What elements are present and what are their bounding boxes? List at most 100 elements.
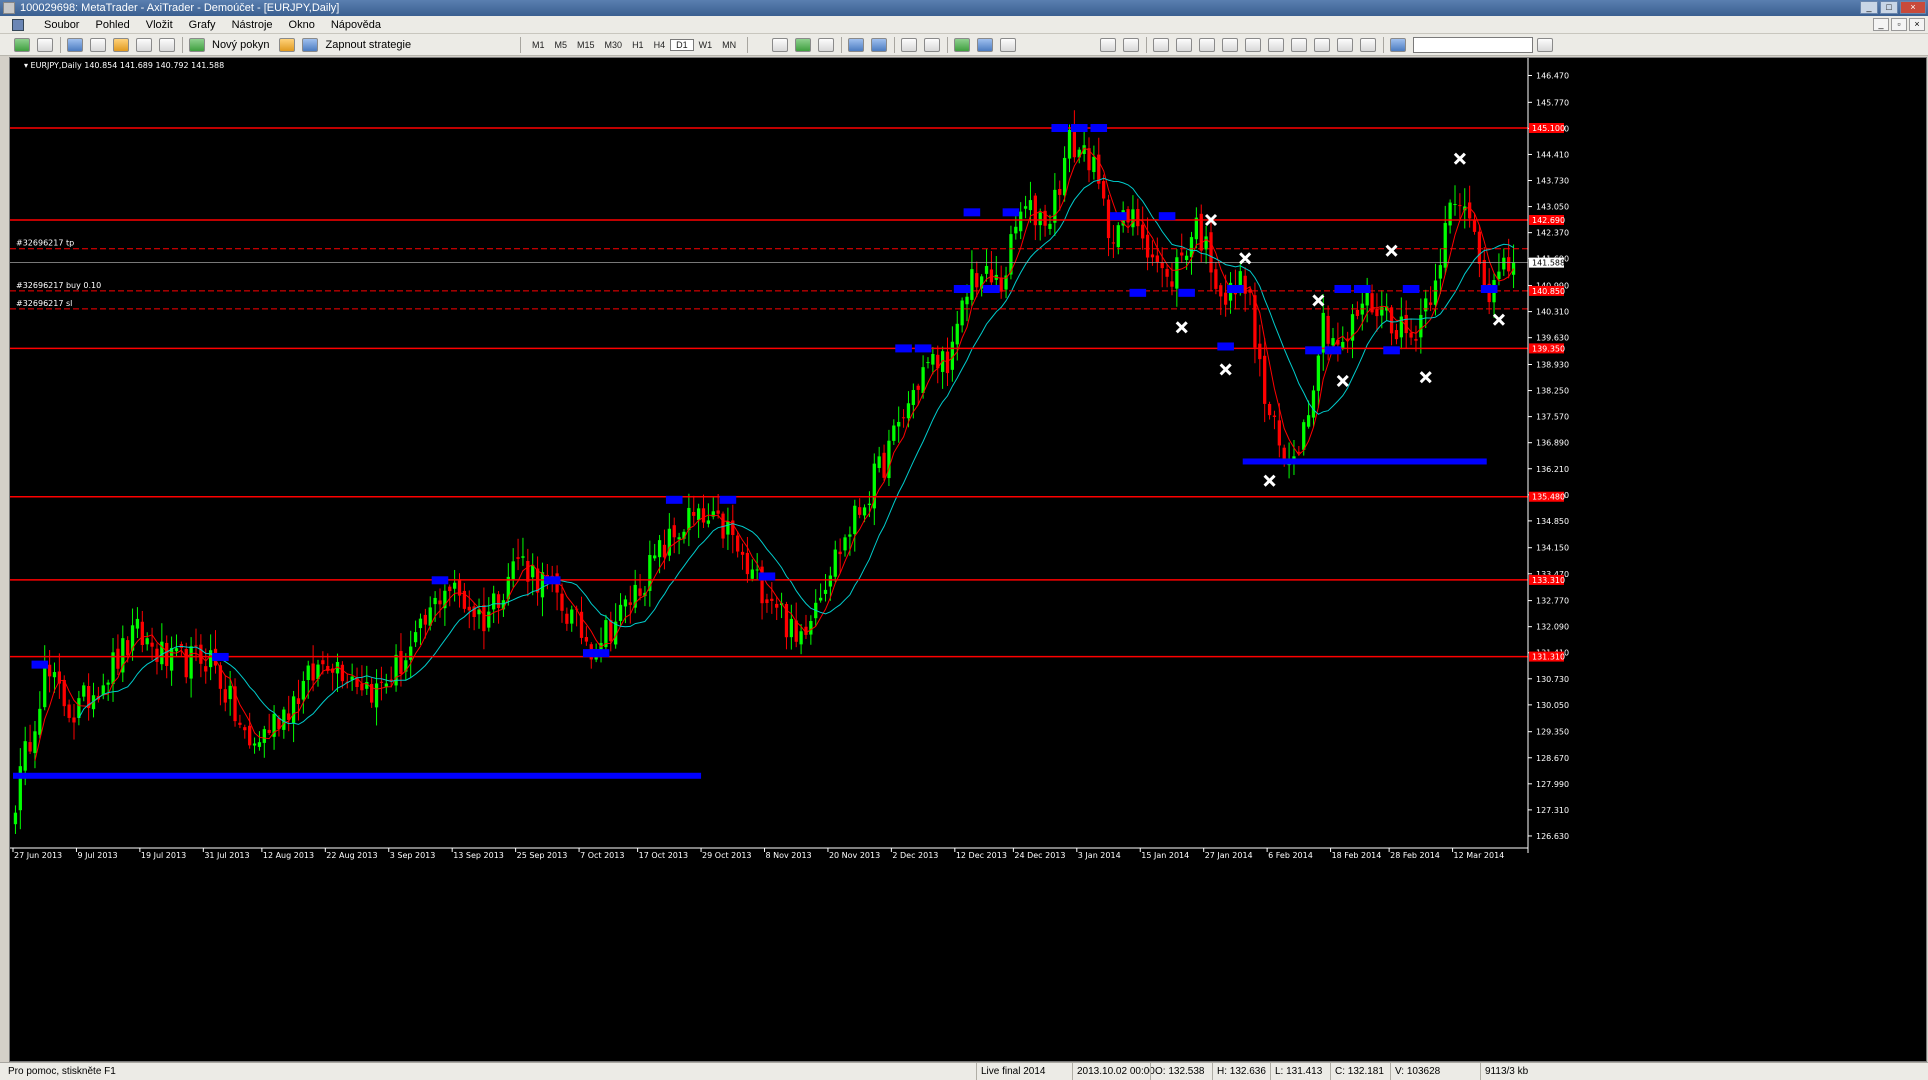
swing-cross-mark [1385, 244, 1398, 257]
chart-window-icon[interactable] [12, 19, 24, 31]
tf-w1-button[interactable]: W1 [694, 40, 718, 50]
zone-marker [1109, 212, 1127, 221]
text-icon[interactable] [1268, 38, 1284, 52]
arrows-icon[interactable] [1360, 38, 1376, 52]
candle-body [340, 664, 345, 682]
zoom-out-icon[interactable] [871, 38, 887, 52]
chart-shift-icon[interactable] [924, 38, 940, 52]
horizontal-line-icon[interactable] [1176, 38, 1192, 52]
fibonacci-icon[interactable] [1245, 38, 1261, 52]
data-window-icon[interactable] [90, 38, 106, 52]
trendline-icon[interactable] [1199, 38, 1215, 52]
minimize-button[interactable]: _ [1860, 1, 1878, 14]
cursor-icon[interactable] [1100, 38, 1116, 52]
text-label-icon[interactable] [1291, 38, 1307, 52]
strategy-button[interactable]: Zapnout strategie [325, 39, 411, 51]
candle-body [1448, 202, 1452, 226]
equidistant-channel-icon[interactable] [1222, 38, 1238, 52]
candle-body [1204, 236, 1208, 250]
level-price-label: 135.480 [1532, 493, 1565, 502]
tf-m30-button[interactable]: M30 [600, 40, 628, 50]
crosshair-icon[interactable] [1123, 38, 1139, 52]
support-zone-bar [1242, 458, 1487, 465]
candle-body [1141, 224, 1145, 239]
candle-body [243, 727, 247, 731]
menu-window[interactable]: Okno [281, 16, 323, 34]
search-input[interactable] [1413, 37, 1533, 53]
price-chart[interactable]: #32696217 tp #32696217 buy 0.10 #32696217 … [10, 58, 1928, 1063]
price-tick-label: 143.050 [1536, 203, 1569, 212]
candle-body [1145, 234, 1150, 258]
candle-body [248, 725, 252, 746]
templates-icon[interactable] [1000, 38, 1016, 52]
profiles-icon[interactable] [37, 38, 53, 52]
menu-view[interactable]: Pohled [87, 16, 137, 34]
tf-h4-button[interactable]: H4 [649, 40, 671, 50]
menu-charts[interactable]: Grafy [181, 16, 224, 34]
tf-mn-button[interactable]: MN [717, 40, 741, 50]
close-button[interactable]: × [1900, 1, 1926, 14]
rectangle-icon[interactable] [1337, 38, 1353, 52]
options-icon[interactable] [1390, 38, 1406, 52]
candle-body [1258, 343, 1262, 360]
swing-cross-mark [1175, 321, 1188, 334]
candle-body [1028, 200, 1033, 211]
menu-insert[interactable]: Vložit [138, 16, 181, 34]
time-tick-label: 31 Jul 2013 [204, 851, 249, 860]
tf-m15-button[interactable]: M15 [572, 40, 600, 50]
zoom-in-icon[interactable] [848, 38, 864, 52]
status-profile[interactable]: Live final 2014 [976, 1063, 1046, 1080]
indicators-icon[interactable] [954, 38, 970, 52]
tf-d1-button[interactable]: D1 [670, 39, 694, 51]
auto-scroll-icon[interactable] [901, 38, 917, 52]
zone-marker [1090, 124, 1108, 133]
terminal-icon[interactable] [136, 38, 152, 52]
menu-tools[interactable]: Nástroje [224, 16, 281, 34]
tf-m1-button[interactable]: M1 [527, 40, 550, 50]
vertical-line-icon[interactable] [1153, 38, 1169, 52]
candle-body [1014, 226, 1018, 234]
order-label: #32696217 tp [16, 239, 74, 248]
mdi-minimize-button[interactable]: _ [1873, 18, 1889, 31]
candle-body [770, 598, 774, 601]
mdi-restore-button[interactable]: ▫ [1891, 18, 1907, 31]
new-chart-icon[interactable] [14, 38, 30, 52]
menu-file[interactable]: Soubor [36, 16, 87, 34]
candle-body [911, 390, 915, 405]
candle-body [384, 683, 388, 687]
candle-body [765, 599, 769, 604]
chart-window[interactable]: #32696217 tp #32696217 buy 0.10 #32696217 … [9, 57, 1927, 1062]
candle-body [165, 642, 169, 666]
tf-m5-button[interactable]: M5 [550, 40, 573, 50]
tester-icon[interactable] [159, 38, 175, 52]
maximize-button[interactable]: □ [1880, 1, 1898, 14]
candle-body [1038, 212, 1042, 226]
metaeditor-icon[interactable] [279, 38, 296, 52]
new-order-button[interactable]: Nový pokyn [212, 39, 269, 51]
title-bar: 100029698: MetaTrader - AxiTrader - Demo… [0, 0, 1928, 16]
candle-body [1302, 422, 1306, 450]
ellipse-icon[interactable] [1314, 38, 1330, 52]
tf-h1-button[interactable]: H1 [627, 40, 649, 50]
market-watch-icon[interactable] [67, 38, 83, 52]
mdi-close-button[interactable]: × [1909, 18, 1925, 31]
line-chart-icon[interactable] [818, 38, 834, 52]
candle-body [257, 742, 262, 747]
time-tick-label: 13 Sep 2013 [453, 851, 504, 860]
candle-body [809, 621, 813, 635]
zone-marker [1217, 342, 1234, 351]
time-tick-label: 28 Feb 2014 [1390, 851, 1440, 860]
periods-icon[interactable] [977, 38, 993, 52]
price-tick-label: 142.370 [1536, 229, 1569, 238]
navigator-icon[interactable] [113, 38, 129, 52]
candle-body [452, 582, 457, 589]
candle-body [409, 646, 413, 660]
candle-body [848, 534, 852, 537]
search-icon[interactable] [1537, 38, 1553, 52]
bar-chart-icon[interactable] [772, 38, 788, 52]
candle-body [677, 537, 681, 540]
candle-body [1438, 265, 1443, 279]
candlestick-icon[interactable] [795, 38, 811, 52]
menu-help[interactable]: Nápověda [323, 16, 389, 34]
time-tick-label: 29 Oct 2013 [702, 851, 751, 860]
